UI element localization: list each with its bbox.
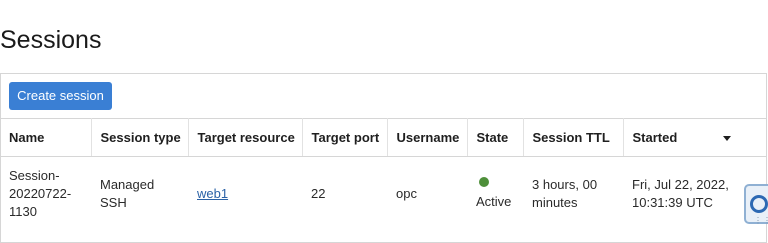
page-title: Sessions	[0, 26, 102, 54]
started-time: Fri, Jul 22, 2022, 10:31:39 UTC	[632, 177, 729, 210]
sessions-table: Name Session type Target resource Target…	[0, 118, 767, 221]
target-resource-link[interactable]: web1	[197, 186, 228, 201]
cell-target-port: 22	[311, 186, 326, 201]
table-row: Session-20220722-1130 Managed SSH web1 2…	[0, 157, 767, 222]
state-label: Active	[476, 194, 512, 209]
cell-session-type: Managed SSH	[91, 157, 188, 222]
create-session-button[interactable]: Create session	[9, 82, 112, 110]
column-header-name[interactable]: Name	[0, 118, 92, 157]
state-indicator-dot	[479, 177, 489, 187]
column-header-state[interactable]: State	[467, 118, 524, 157]
session-type: Managed SSH	[100, 177, 155, 210]
session-ttl: 3 hours, 00 minutes	[532, 177, 598, 210]
session-name: Session-20220722-1130	[9, 168, 72, 219]
column-header-session-type[interactable]: Session type	[91, 118, 189, 157]
cell-target-resource: web1	[188, 157, 302, 222]
column-header-session-ttl[interactable]: Session TTL	[523, 118, 624, 157]
lifebuoy-icon	[750, 195, 768, 213]
column-header-username[interactable]: Username	[387, 118, 468, 157]
cell-session-ttl: 3 hours, 00 minutes	[523, 157, 623, 222]
caret-down-icon[interactable]	[723, 136, 732, 142]
cell-state: Active	[467, 157, 523, 222]
help-widget[interactable]: ⋮⋮	[744, 184, 768, 225]
column-header-started[interactable]: Started	[623, 118, 767, 157]
column-header-target-port[interactable]: Target port	[302, 118, 388, 157]
grip-dots-icon: ⋮⋮	[754, 216, 768, 225]
column-header-target-resource[interactable]: Target resource	[188, 118, 303, 157]
column-header-started-label: Started	[632, 130, 678, 145]
cell-username: opc	[396, 186, 417, 201]
table-header-row: Name Session type Target resource Target…	[0, 118, 767, 157]
cell-name: Session-20220722-1130	[0, 157, 91, 222]
